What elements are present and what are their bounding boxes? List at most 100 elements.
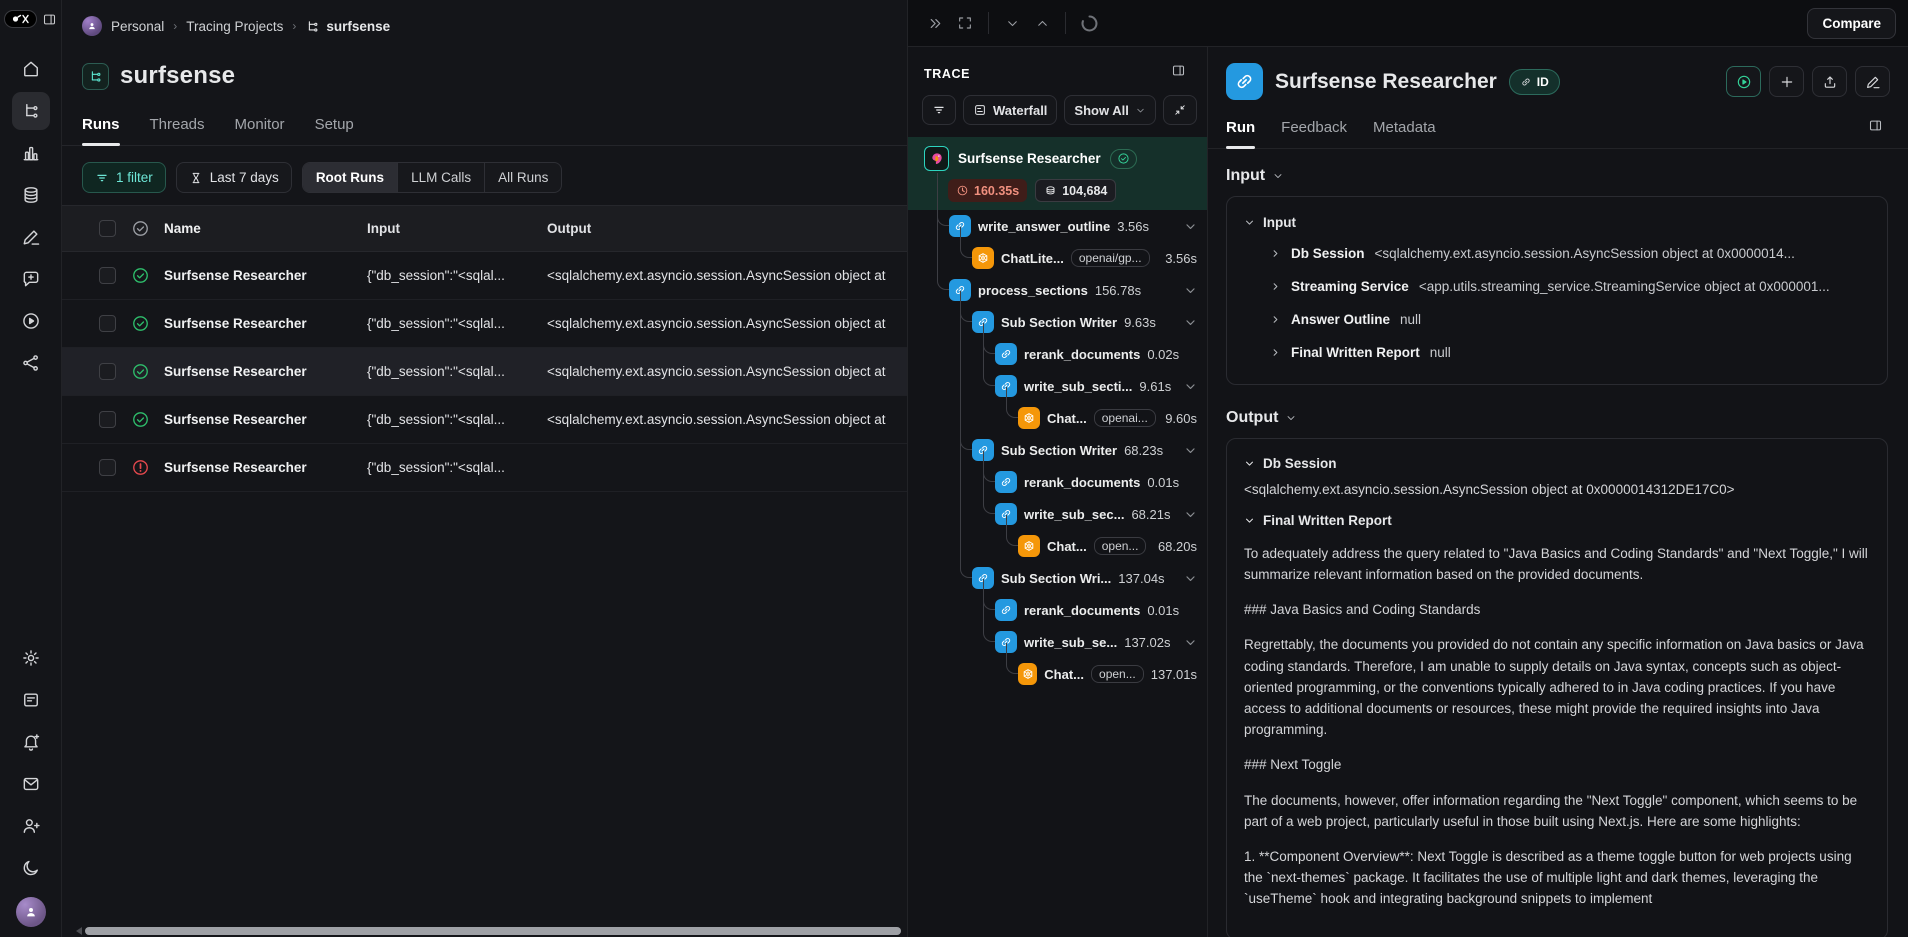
trace-span-row[interactable]: Sub Section Writer68.23s [908, 434, 1207, 466]
row-checkbox[interactable] [99, 459, 116, 476]
breadcrumb-tracing-projects[interactable]: Tracing Projects [186, 19, 283, 34]
sidebar-item-settings[interactable] [12, 639, 50, 677]
tab-threads[interactable]: Threads [150, 116, 205, 145]
playground-button[interactable] [1726, 66, 1761, 97]
table-row[interactable]: Surfsense Researcher{"db_session":"<sqla… [62, 300, 907, 348]
trace-span-row[interactable]: write_sub_sec...68.21s [908, 498, 1207, 530]
segment-root-runs[interactable]: Root Runs [303, 163, 398, 192]
trace-root-name: Surfsense Researcher [958, 151, 1101, 166]
table-row[interactable]: Surfsense Researcher{"db_session":"<sqla… [62, 396, 907, 444]
annotate-button[interactable] [1855, 66, 1890, 97]
chevron-down-icon[interactable] [1184, 316, 1197, 329]
detail-tab-metadata[interactable]: Metadata [1373, 119, 1436, 148]
trace-span-row[interactable]: write_sub_secti...9.61s [908, 370, 1207, 402]
output-group-toggle[interactable]: Db Session [1244, 452, 1870, 477]
output-group-toggle[interactable]: Final Written Report [1244, 509, 1870, 534]
workspace-avatar[interactable] [82, 16, 102, 36]
input-field-row[interactable]: Streaming Service<app.utils.streaming_se… [1244, 270, 1870, 303]
chevron-down-icon[interactable] [1184, 380, 1197, 393]
sidebar-item-dashboards[interactable] [12, 134, 50, 172]
share-button[interactable] [1812, 66, 1847, 97]
show-all-dropdown[interactable]: Show All [1064, 95, 1155, 125]
add-to-dataset-button[interactable] [1769, 66, 1804, 97]
sidebar-item-mail[interactable] [12, 765, 50, 803]
chevron-down-icon[interactable] [1184, 444, 1197, 457]
trace-span-row[interactable]: ChatLite...openai/gp...3.56s [908, 242, 1207, 274]
trace-span-row[interactable]: Chat...open...137.01s [908, 658, 1207, 690]
row-checkbox[interactable] [99, 267, 116, 284]
sidebar-item-home[interactable] [12, 50, 50, 88]
trace-span-row[interactable]: write_answer_outline3.56s [908, 210, 1207, 242]
trace-panel-toggle[interactable] [1171, 63, 1193, 85]
sidebar-item-prompts[interactable] [12, 260, 50, 298]
column-name[interactable]: Name [164, 221, 367, 236]
row-checkbox[interactable] [99, 315, 116, 332]
sidebar-item-annotation[interactable] [12, 218, 50, 256]
detail-tab-feedback[interactable]: Feedback [1281, 119, 1347, 148]
trace-span-row[interactable]: rerank_documents0.01s [908, 466, 1207, 498]
date-range-chip[interactable]: Last 7 days [176, 162, 292, 193]
sidebar-item-docs[interactable] [12, 681, 50, 719]
collapse-panel-icon[interactable] [920, 8, 950, 38]
column-output[interactable]: Output [547, 221, 907, 236]
chevron-down-icon[interactable] [1184, 572, 1197, 585]
table-row[interactable]: Surfsense Researcher{"db_session":"<sqla… [62, 348, 907, 396]
input-root-toggle[interactable]: Input [1244, 210, 1870, 237]
row-checkbox[interactable] [99, 363, 116, 380]
select-all-checkbox[interactable] [99, 220, 116, 237]
sidebar-item-theme-toggle[interactable] [12, 849, 50, 887]
compare-button[interactable]: Compare [1807, 8, 1896, 39]
row-checkbox[interactable] [99, 411, 116, 428]
trace-filter-button[interactable] [922, 95, 956, 125]
input-field-row[interactable]: Answer Outlinenull [1244, 303, 1870, 336]
trace-root-span[interactable]: Surfsense Researcher160.35s104,684 [908, 137, 1207, 210]
column-input[interactable]: Input [367, 221, 547, 236]
sidebar-item-deployments[interactable] [12, 344, 50, 382]
trace-span-row[interactable]: process_sections156.78s [908, 274, 1207, 306]
trace-span-row[interactable]: Sub Section Wri...137.04s [908, 562, 1207, 594]
trace-span-row[interactable]: Chat...openai...9.60s [908, 402, 1207, 434]
breadcrumb-personal[interactable]: Personal [111, 19, 164, 34]
breadcrumb-project[interactable]: surfsense [305, 19, 390, 34]
waterfall-view-button[interactable]: Waterfall [963, 95, 1057, 125]
tab-setup[interactable]: Setup [315, 116, 354, 145]
status-column-icon[interactable] [131, 219, 150, 238]
chevron-down-icon[interactable] [1184, 284, 1197, 297]
detail-panel-toggle[interactable] [1868, 118, 1890, 140]
span-duration: 156.78s [1095, 283, 1141, 298]
tab-runs[interactable]: Runs [82, 116, 120, 145]
sidebar-item-invite[interactable] [12, 807, 50, 845]
detail-tab-run[interactable]: Run [1226, 119, 1255, 148]
segment-llm-calls[interactable]: LLM Calls [398, 163, 485, 192]
output-section-header[interactable]: Output [1226, 409, 1888, 427]
tab-monitor[interactable]: Monitor [235, 116, 285, 145]
trace-span-row[interactable]: Sub Section Writer9.63s [908, 306, 1207, 338]
user-avatar[interactable] [16, 897, 46, 927]
scrollbar-thumb[interactable] [85, 927, 901, 935]
collapse-all-button[interactable] [1163, 95, 1197, 125]
trace-span-row[interactable]: Chat...open...68.20s [908, 530, 1207, 562]
sidebar-item-tracing-projects[interactable] [12, 92, 50, 130]
next-run-button[interactable] [997, 8, 1027, 38]
previous-run-button[interactable] [1027, 8, 1057, 38]
scroll-left-arrow-icon[interactable] [76, 927, 82, 935]
table-row[interactable]: Surfsense Researcher{"db_session":"<sqla… [62, 444, 907, 492]
expand-fullscreen-icon[interactable] [950, 8, 980, 38]
table-row[interactable]: Surfsense Researcher{"db_session":"<sqla… [62, 252, 907, 300]
trace-span-row[interactable]: rerank_documents0.02s [908, 338, 1207, 370]
segment-all-runs[interactable]: All Runs [485, 163, 561, 192]
sidebar-item-datasets[interactable] [12, 176, 50, 214]
sidebar-item-playground[interactable] [12, 302, 50, 340]
chevron-down-icon[interactable] [1184, 508, 1197, 521]
chevron-down-icon[interactable] [1184, 220, 1197, 233]
filter-chip[interactable]: 1 filter [82, 162, 166, 193]
trace-span-row[interactable]: write_sub_se...137.02s [908, 626, 1207, 658]
sidebar-item-notifications[interactable] [12, 723, 50, 761]
input-field-row[interactable]: Final Written Reportnull [1244, 336, 1870, 369]
run-id-pill[interactable]: ID [1509, 69, 1560, 95]
input-field-row[interactable]: Db Session<sqlalchemy.ext.asyncio.sessio… [1244, 237, 1870, 270]
trace-span-row[interactable]: rerank_documents0.01s [908, 594, 1207, 626]
collapse-sidebar-icon[interactable] [42, 12, 57, 27]
chevron-down-icon[interactable] [1184, 636, 1197, 649]
input-section-header[interactable]: Input [1226, 167, 1888, 185]
